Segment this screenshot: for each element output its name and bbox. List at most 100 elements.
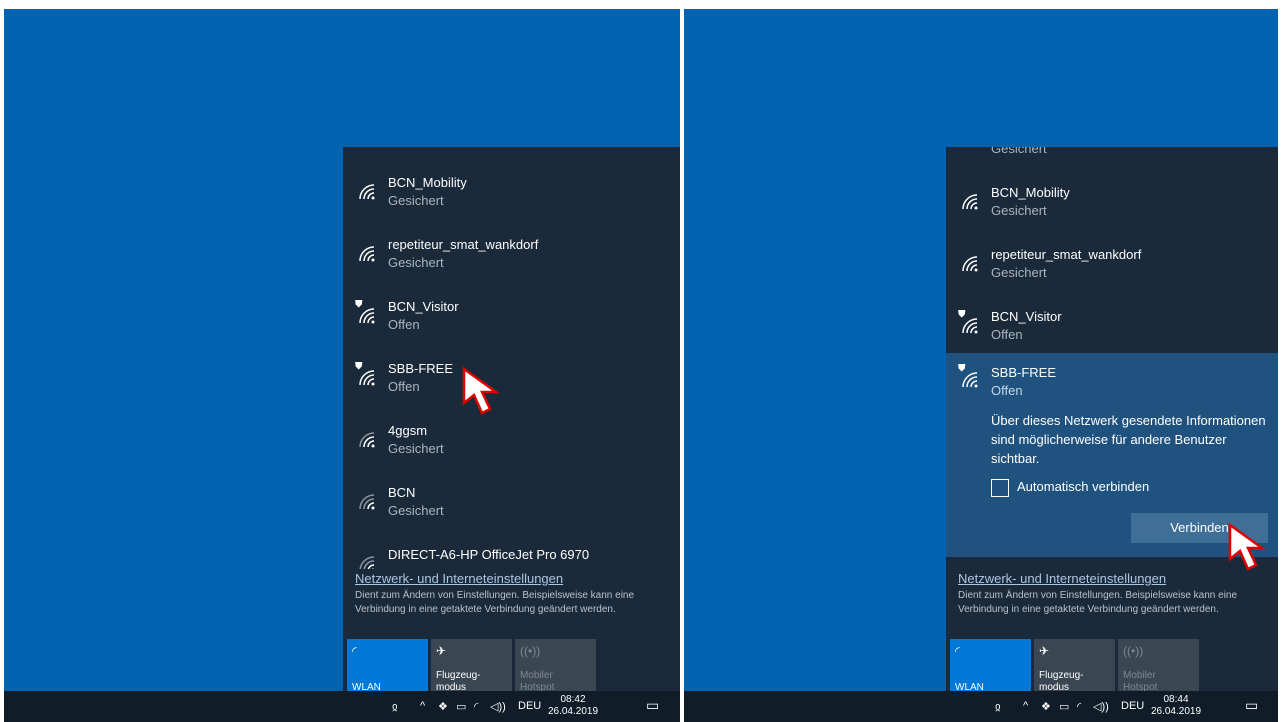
airplane-mode-tile[interactable]: ✈ Flugzeug-modus xyxy=(1034,639,1115,691)
network-status: Gesichert xyxy=(388,255,444,270)
network-item-repetiteur[interactable]: repetiteur_smat_wankdorf Gesichert xyxy=(946,233,1278,295)
settings-section: Netzwerk- und Interneteinstellungen Dien… xyxy=(343,569,680,629)
chevron-up-icon[interactable]: ^ xyxy=(420,700,425,712)
mobile-hotspot-tile[interactable]: ((•)) Mobiler Hotspot xyxy=(1118,639,1199,691)
hotspot-icon: ((•)) xyxy=(520,644,541,658)
network-item-sbb-free[interactable]: ⛊ SBB-FREE Offen xyxy=(343,347,680,409)
network-list-right[interactable]: Gesichert BCN_Mobility Gesichert repetit… xyxy=(946,147,1278,569)
network-list-left[interactable]: BCN_Mobility Gesichert repetiteur_smat_w… xyxy=(343,147,680,569)
tile-label: Flugzeug-modus xyxy=(436,670,480,691)
network-name: SBB-FREE xyxy=(991,365,1057,380)
battery-icon[interactable]: ▭ xyxy=(456,700,466,713)
wifi-signal-icon xyxy=(359,432,375,448)
network-name: repetiteur_smat_wankdorf xyxy=(991,247,1142,262)
network-item-bcn-visitor[interactable]: ⛊ BCN_Visitor Offen xyxy=(946,295,1278,357)
tile-label: Mobiler Hotspot xyxy=(1123,670,1157,691)
desktop-left: BCN_Mobility Gesichert repetiteur_smat_w… xyxy=(4,9,680,691)
network-item-repetiteur[interactable]: repetiteur_smat_wankdorf Gesichert xyxy=(343,223,680,285)
network-status: Gesichert xyxy=(388,503,444,518)
network-name: BCN_Visitor xyxy=(388,299,459,314)
network-flyout-right: Gesichert BCN_Mobility Gesichert repetit… xyxy=(946,147,1278,691)
network-settings-link[interactable]: Netzwerk- und Interneteinstellungen xyxy=(958,571,1166,586)
system-tray-right: ჲ ^ ❖ ▭ ◜ ◁)) DEU 08:44 26.04.2019 ▭ xyxy=(987,691,1278,722)
clock-time: 08:44 xyxy=(1163,694,1189,705)
clock-time: 08:42 xyxy=(560,694,586,705)
tile-label: Mobiler Hotspot xyxy=(520,670,554,691)
dropbox-icon[interactable]: ❖ xyxy=(438,700,448,713)
network-status: Offen xyxy=(991,383,1023,398)
wifi-signal-icon xyxy=(962,256,978,272)
wifi-signal-icon xyxy=(359,370,375,386)
quick-actions: ◜ WLAN ✈ Flugzeug-modus ((•)) Mobiler Hot… xyxy=(946,629,1278,691)
action-center-icon[interactable]: ▭ xyxy=(1245,697,1258,714)
language-indicator[interactable]: DEU xyxy=(518,700,541,712)
tile-label: WLAN xyxy=(955,682,984,691)
tile-label-line2: modus xyxy=(436,682,467,691)
quick-actions: ◜ WLAN ✈ Flugzeug-modus ((•)) Mobiler Hot… xyxy=(343,629,680,691)
network-status: Gesichert xyxy=(991,265,1047,280)
tile-label-line2: modus xyxy=(1039,682,1070,691)
network-name: BCN_Visitor xyxy=(991,309,1062,324)
airplane-icon: ✈ xyxy=(436,644,447,658)
network-item-4ggsm[interactable]: 4ggsm Gesichert xyxy=(343,409,680,471)
wifi-signal-icon xyxy=(359,494,375,510)
mouse-cursor-icon xyxy=(1228,522,1266,571)
auto-connect-checkbox[interactable] xyxy=(991,479,1009,497)
network-tray-icon[interactable]: ◜ xyxy=(474,700,478,713)
network-status: Gesichert xyxy=(388,193,444,208)
desktop-right: Gesichert BCN_Mobility Gesichert repetit… xyxy=(684,9,1278,691)
people-icon[interactable]: ჲ xyxy=(392,700,398,713)
network-item-bcn-mobility[interactable]: BCN_Mobility Gesichert xyxy=(343,161,680,223)
wifi-signal-icon xyxy=(962,318,978,334)
network-item-bcn-mobility[interactable]: BCN_Mobility Gesichert xyxy=(946,171,1278,233)
taskbar-right: ჲ ^ ❖ ▭ ◜ ◁)) DEU 08:44 26.04.2019 ▭ xyxy=(684,691,1278,722)
action-center-icon[interactable]: ▭ xyxy=(646,697,659,714)
chevron-up-icon[interactable]: ^ xyxy=(1023,700,1028,712)
mobile-hotspot-tile[interactable]: ((•)) Mobiler Hotspot xyxy=(515,639,596,691)
network-settings-description: Dient zum Ändern von Einstellungen. Beis… xyxy=(355,590,635,615)
wlan-tile[interactable]: ◜ WLAN xyxy=(950,639,1031,691)
network-tray-icon[interactable]: ◜ xyxy=(1077,700,1081,713)
tile-label: Flugzeug-modus xyxy=(1039,670,1083,691)
auto-connect-label[interactable]: Automatisch verbinden xyxy=(1017,479,1149,494)
network-flyout-left: BCN_Mobility Gesichert repetiteur_smat_w… xyxy=(343,147,680,691)
wifi-signal-icon xyxy=(359,246,375,262)
clock[interactable]: 08:44 26.04.2019 xyxy=(1147,694,1205,718)
airplane-mode-tile[interactable]: ✈ Flugzeug-modus xyxy=(431,639,512,691)
wifi-signal-icon xyxy=(962,194,978,210)
network-name: 4ggsm xyxy=(388,423,428,438)
clock[interactable]: 08:42 26.04.2019 xyxy=(544,694,602,718)
wifi-signal-icon xyxy=(359,184,375,200)
language-indicator[interactable]: DEU xyxy=(1121,700,1144,712)
wifi-signal-icon xyxy=(962,372,978,388)
volume-icon[interactable]: ◁)) xyxy=(490,700,506,713)
battery-icon[interactable]: ▭ xyxy=(1059,700,1069,713)
network-settings-link[interactable]: Netzwerk- und Interneteinstellungen xyxy=(355,571,563,586)
hotspot-icon: ((•)) xyxy=(1123,644,1144,658)
tile-label: WLAN xyxy=(352,682,381,691)
mouse-cursor-icon xyxy=(462,366,500,415)
wifi-signal-icon xyxy=(359,556,375,569)
network-name: BCN_Mobility xyxy=(991,185,1070,200)
people-icon[interactable]: ჲ xyxy=(995,700,1001,713)
tile-label-line2: Hotspot xyxy=(520,682,555,691)
taskbar-left: ჲ ^ ❖ ▭ ◜ ◁)) DEU 08:42 26.04.2019 ▭ xyxy=(4,691,680,722)
network-item-direct-hp[interactable]: DIRECT-A6-HP OfficeJet Pro 6970 xyxy=(343,533,680,569)
network-status-partial: Gesichert xyxy=(991,147,1047,156)
dropbox-icon[interactable]: ❖ xyxy=(1041,700,1051,713)
tile-label-line1: Mobiler xyxy=(520,670,553,681)
wifi-icon: ◜ xyxy=(352,644,357,658)
network-name: BCN xyxy=(388,485,416,500)
airplane-icon: ✈ xyxy=(1039,644,1050,658)
clock-date: 26.04.2019 xyxy=(547,706,599,717)
network-item-bcn[interactable]: BCN Gesichert xyxy=(343,471,680,533)
tile-label-line2: Hotspot xyxy=(1123,682,1158,691)
tile-label-line1: Flugzeug- xyxy=(1039,670,1084,681)
network-status: Offen xyxy=(388,379,420,394)
network-status: Offen xyxy=(991,327,1023,342)
wlan-tile[interactable]: ◜ WLAN xyxy=(347,639,428,691)
volume-icon[interactable]: ◁)) xyxy=(1093,700,1109,713)
open-network-warning: Über dieses Netzwerk gesendete Informati… xyxy=(991,413,1266,466)
network-item-bcn-visitor[interactable]: ⛊ BCN_Visitor Offen xyxy=(343,285,680,347)
network-settings-description: Dient zum Ändern von Einstellungen. Beis… xyxy=(958,590,1238,615)
